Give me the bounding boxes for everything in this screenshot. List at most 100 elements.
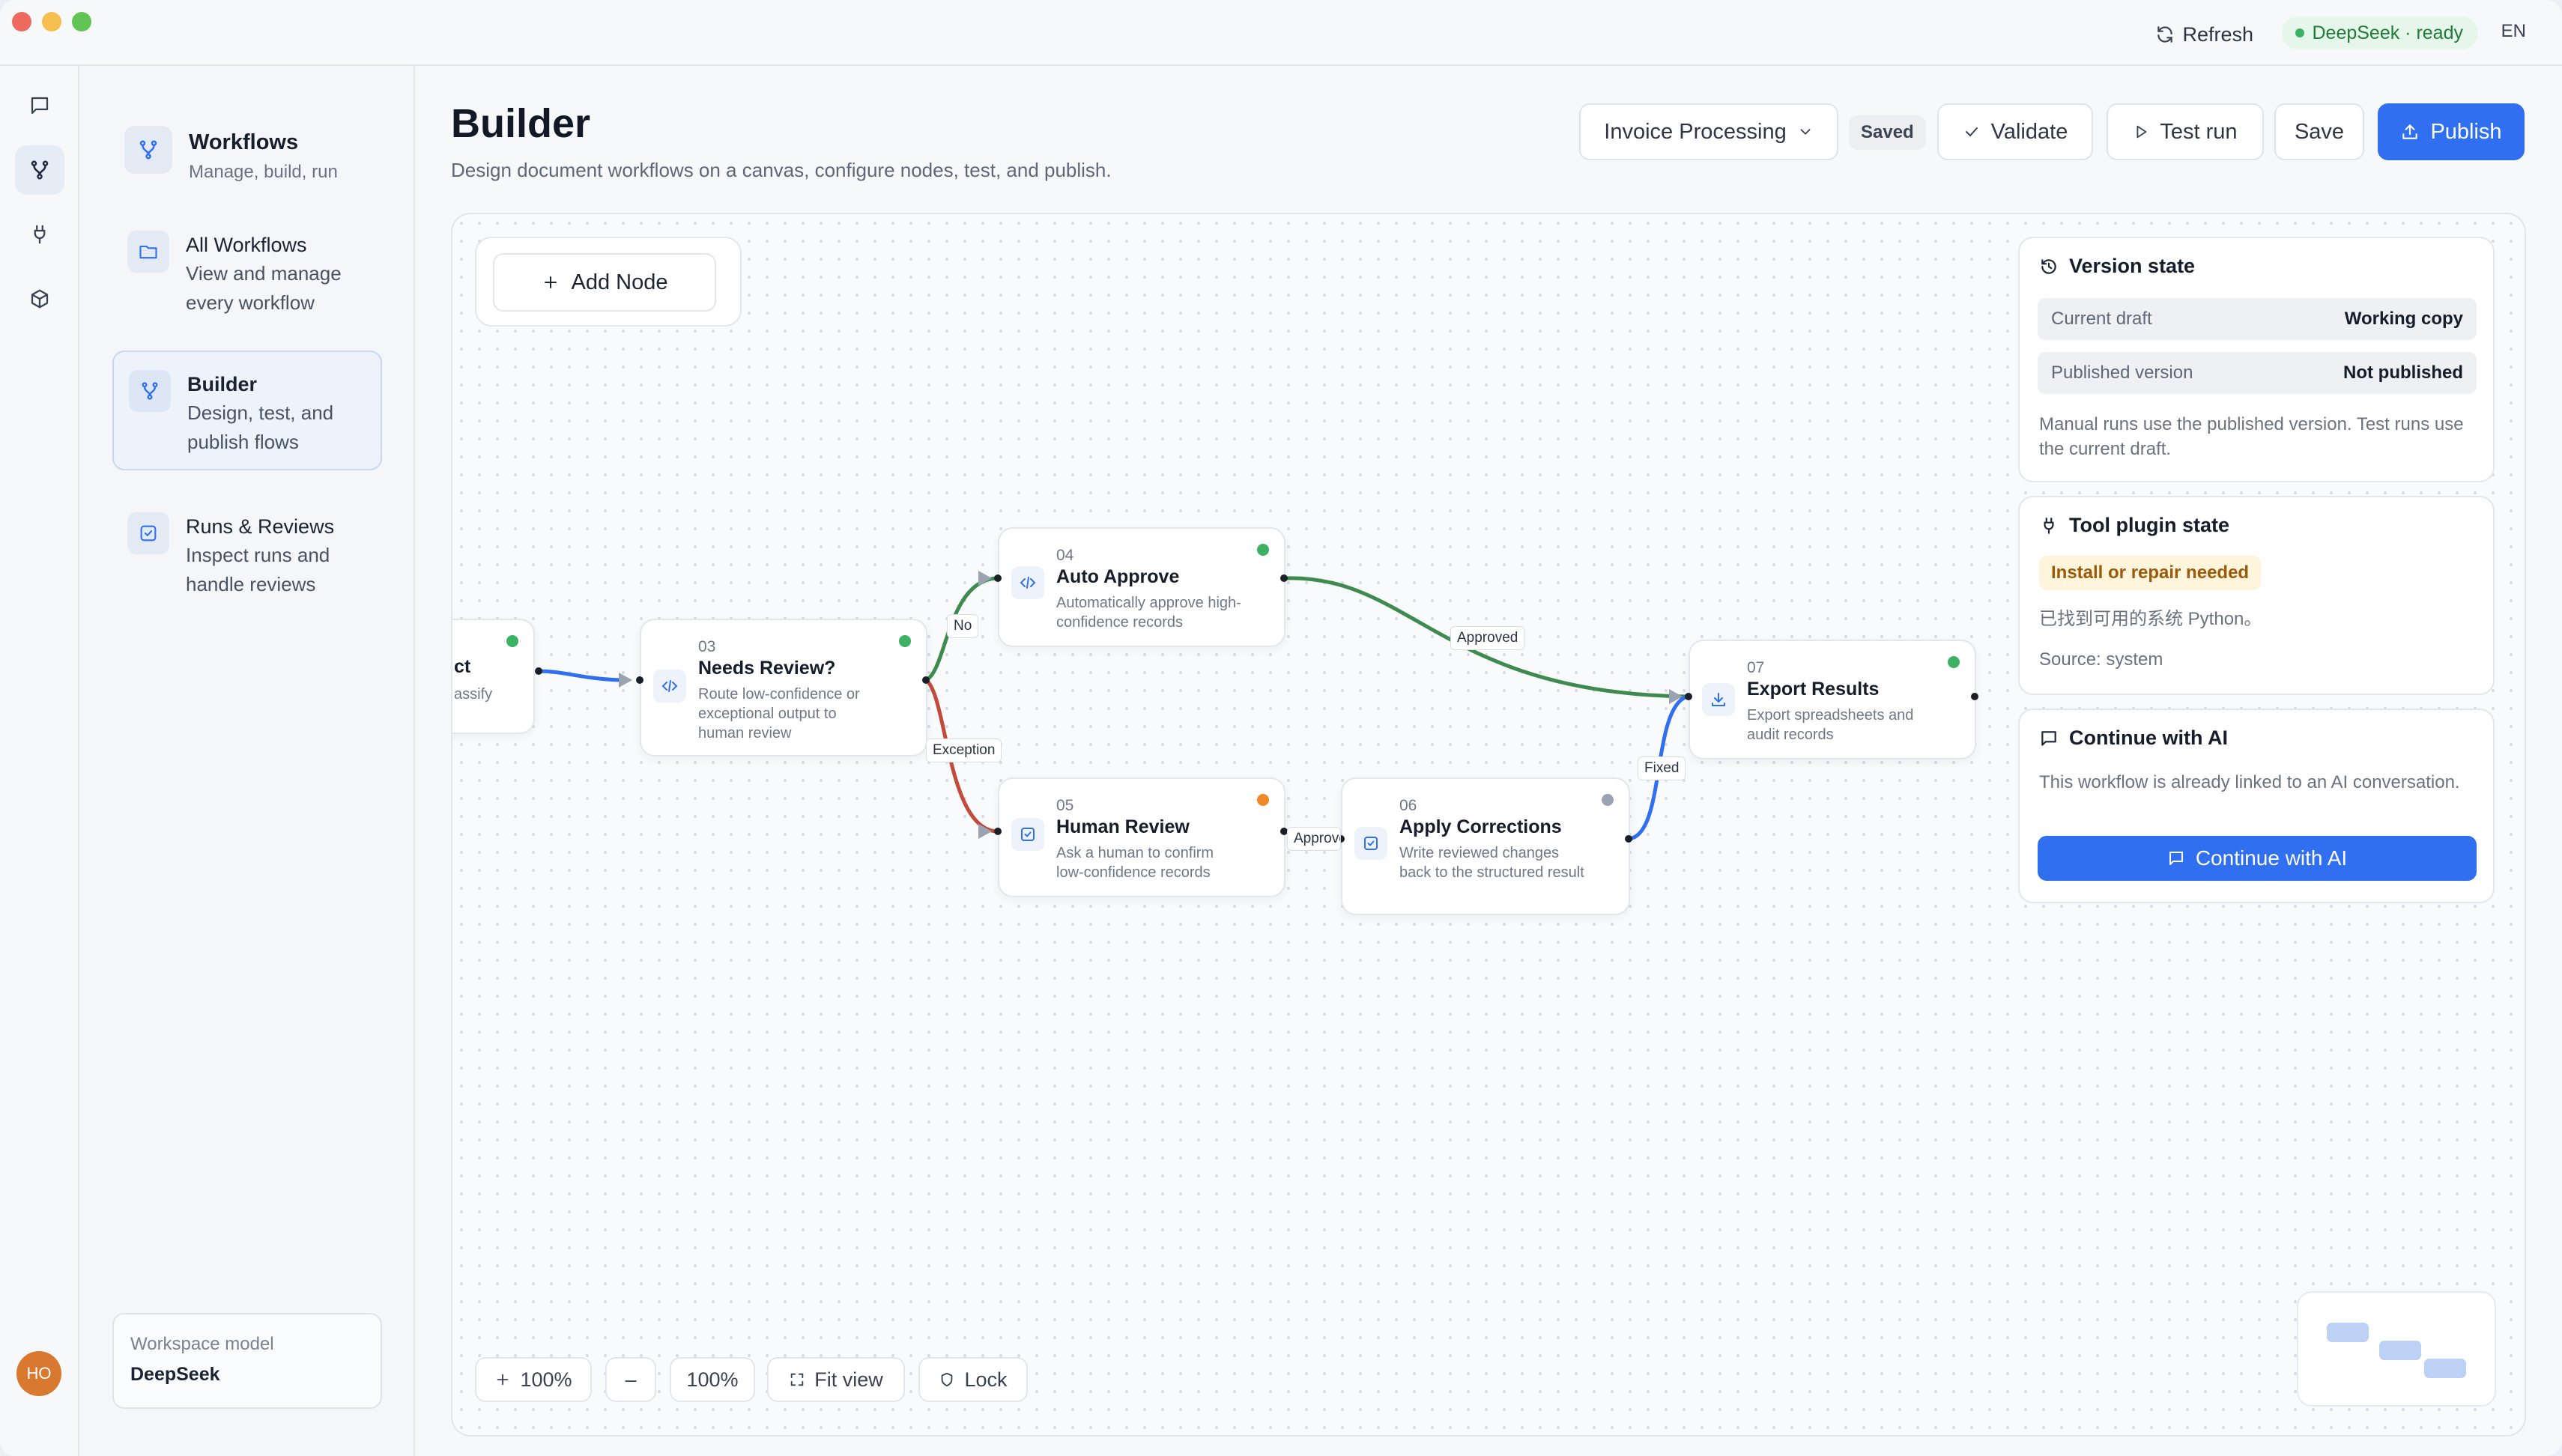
nav-item-subtitle: Inspect runs and handle reviews: [186, 544, 330, 595]
play-icon: [2136, 125, 2147, 139]
node-icon-box: [1011, 818, 1044, 851]
fit-view-icon: [790, 1373, 804, 1386]
nav-item-all-workflows[interactable]: All Workflows View and manage every work…: [112, 213, 382, 333]
node-port[interactable]: [1971, 693, 1978, 700]
lock-button[interactable]: Lock: [918, 1357, 1028, 1402]
workflow-node-05[interactable]: 05 Human Review Ask a human to confirm l…: [998, 777, 1285, 897]
node-status-dot: [1602, 794, 1614, 806]
version-state-card: Version state Current draft Working copy…: [2018, 237, 2495, 482]
rail-workflow-button[interactable]: [15, 145, 64, 195]
workflow-select[interactable]: Invoice Processing: [1579, 103, 1838, 160]
publish-button[interactable]: Publish: [2378, 103, 2525, 160]
workspace-model-value: DeepSeek: [130, 1364, 220, 1385]
rail-plugin-button[interactable]: [15, 210, 64, 259]
published-version-label: Published version: [2051, 363, 2193, 383]
workflow-icon: [139, 140, 157, 160]
version-state-header: Version state: [2039, 255, 2195, 278]
zoom-level-display[interactable]: 100%: [670, 1357, 755, 1402]
zoom-in-button[interactable]: 100%: [475, 1357, 592, 1402]
save-button[interactable]: Save: [2274, 103, 2364, 160]
add-node-button[interactable]: Add Node: [493, 253, 716, 312]
workspace-model-card[interactable]: Workspace model DeepSeek: [112, 1313, 382, 1409]
node-status-dot: [506, 635, 518, 647]
workflow-nav-panel: Workflows Manage, build, run All Workflo…: [79, 66, 415, 1456]
validate-button[interactable]: Validate: [1937, 103, 2093, 160]
node-port[interactable]: [535, 667, 542, 675]
version-state-title: Version state: [2069, 255, 2196, 277]
workflow-node-02[interactable]: ct assify: [452, 619, 535, 734]
node-port[interactable]: [1280, 574, 1288, 582]
page-subtitle: Design document workflows on a canvas, c…: [451, 159, 1112, 181]
status-dot: [2295, 28, 2305, 37]
language-toggle[interactable]: EN: [2501, 21, 2526, 42]
version-note: Manual runs use the published version. T…: [2039, 414, 2464, 459]
workflow-node-06[interactable]: 06 Apply Corrections Write reviewed chan…: [1341, 777, 1630, 915]
workflow-icon: [31, 160, 49, 180]
rail-chat-button[interactable]: [15, 81, 64, 130]
refresh-button[interactable]: Refresh: [2155, 19, 2253, 49]
chat-icon: [2169, 852, 2183, 865]
node-name: Needs Review?: [698, 658, 836, 679]
nav-item-builder[interactable]: Builder Design, test, and publish flows: [112, 351, 382, 470]
tool-plugin-header: Tool plugin state: [2039, 514, 2229, 537]
continue-ai-header: Continue with AI: [2039, 727, 2228, 750]
workflow-node-03[interactable]: 03 Needs Review? Route low-confidence or…: [640, 619, 927, 756]
node-port[interactable]: [1625, 835, 1632, 843]
close-window-button[interactable]: [12, 12, 31, 31]
zoom-level-label: 100%: [686, 1368, 739, 1391]
nav-item-icon-box: [127, 231, 169, 273]
chat-icon: [2041, 730, 2056, 746]
plug-icon: [34, 225, 46, 244]
check-square-icon: [1021, 828, 1035, 841]
node-port[interactable]: [922, 676, 930, 684]
current-draft-value: Working copy: [2344, 309, 2463, 329]
node-port[interactable]: [994, 574, 1002, 582]
code-icon: [661, 680, 678, 692]
node-name: ct: [454, 656, 471, 677]
zoom-out-button[interactable]: –: [605, 1357, 656, 1402]
node-icon-box: [1702, 683, 1735, 716]
node-desc: Ask a human to confirm low-confidence re…: [1056, 845, 1214, 881]
tool-plugin-card: Tool plugin state Install or repair need…: [2018, 496, 2495, 695]
rail-package-button[interactable]: [15, 274, 64, 324]
minimap-node: [2424, 1359, 2466, 1378]
node-status-dot: [1257, 794, 1269, 806]
app-window: Refresh DeepSeek · ready EN HO Workflows: [0, 0, 2562, 1456]
nav-header: Workflows Manage, build, run: [124, 126, 394, 193]
user-avatar[interactable]: HO: [16, 1351, 61, 1396]
workflow-select-value: Invoice Processing: [1604, 119, 1787, 144]
minimize-window-button[interactable]: [42, 12, 61, 31]
workflow-node-07[interactable]: 07 Export Results Export spreadsheets an…: [1689, 640, 1976, 759]
continue-ai-button[interactable]: Continue with AI: [2038, 836, 2477, 881]
nav-title: Workflows: [189, 130, 299, 154]
nav-item-icon-box: [127, 512, 169, 554]
canvas-minimap[interactable]: [2297, 1291, 2496, 1407]
node-name: Human Review: [1056, 816, 1190, 837]
validate-label: Validate: [1990, 119, 2068, 144]
zoom-window-button[interactable]: [72, 12, 91, 31]
published-version-row: Published version Not published: [2038, 352, 2477, 394]
workspace-model-label: Workspace model: [130, 1334, 274, 1354]
node-port[interactable]: [1685, 693, 1692, 700]
arrow-head: [619, 673, 632, 688]
workflow-node-04[interactable]: 04 Auto Approve Automatically approve hi…: [998, 527, 1285, 647]
test-run-label: Test run: [2160, 119, 2238, 144]
zoom-in-label: 100%: [520, 1368, 572, 1391]
node-port[interactable]: [994, 828, 1002, 835]
node-port[interactable]: [636, 676, 643, 684]
node-number: 05: [1056, 797, 1074, 814]
workflow-canvas[interactable]: Add Node ct assify 03 Needs Review? Rout…: [451, 213, 2526, 1437]
node-name: Export Results: [1747, 679, 1880, 700]
nav-item-title: Builder: [187, 373, 258, 395]
saved-badge: Saved: [1849, 115, 1926, 150]
continue-ai-card: Continue with AI This workflow is alread…: [2018, 709, 2495, 903]
workflow-icon: [142, 382, 158, 400]
nav-item-runs-reviews[interactable]: Runs & Reviews Inspect runs and handle r…: [112, 494, 382, 614]
chat-icon: [31, 97, 49, 115]
plug-icon: [2044, 517, 2054, 534]
test-run-button[interactable]: Test run: [2107, 103, 2264, 160]
nav-item-subtitle: Design, test, and publish flows: [187, 401, 334, 453]
plugin-warning-badge: Install or repair needed: [2039, 556, 2262, 590]
fit-view-button[interactable]: Fit view: [767, 1357, 905, 1402]
node-icon-box: [1354, 827, 1387, 860]
